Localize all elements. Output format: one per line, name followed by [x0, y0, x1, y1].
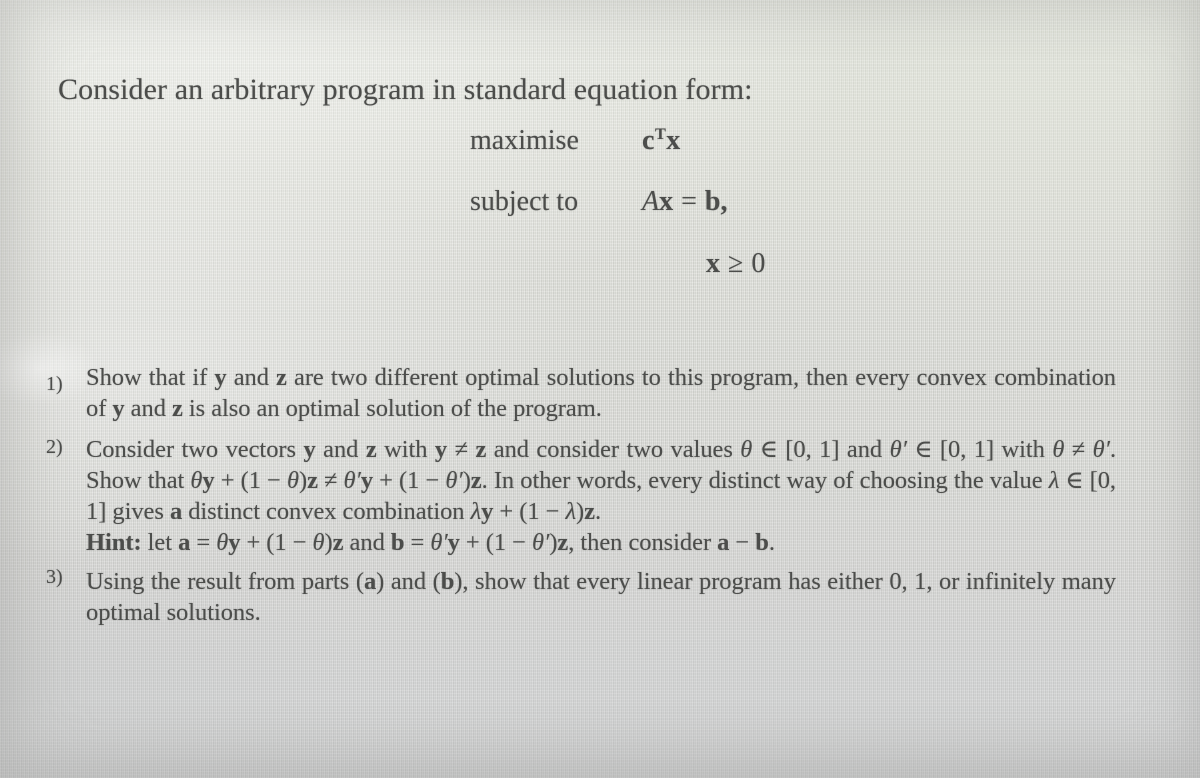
question-number-1: 1): [46, 373, 63, 395]
greek-symbol: λ: [470, 498, 482, 525]
vector-symbol: z: [332, 529, 344, 556]
vector-symbol: y: [112, 395, 125, 422]
constraint-expression: Ax = b,: [642, 188, 727, 216]
nonnegativity-variable-x: x: [706, 248, 720, 279]
program-row-objective: maximise cTx: [470, 126, 765, 188]
constraint-equals-sign: =: [681, 186, 697, 217]
greek-symbol: θ′: [445, 467, 463, 494]
vector-symbol: y: [228, 529, 241, 556]
greek-symbol: θ′: [343, 467, 361, 494]
vector-symbol: y: [214, 364, 227, 391]
vector-symbol: b: [755, 529, 769, 556]
greek-symbol: λ: [1048, 467, 1060, 494]
question-text-1: Show that if y and z are two different o…: [86, 364, 1117, 422]
vector-symbol: a: [363, 568, 377, 595]
constraint-matrix-A: A: [642, 186, 660, 217]
question-2-hint: Hint: let a = θy + (1 − θ)z and b = θ′y …: [86, 529, 775, 556]
vector-symbol: z: [475, 436, 487, 463]
vector-symbol: y: [434, 436, 448, 463]
greek-symbol: θ: [216, 529, 229, 556]
question-list: 1) Show that if y and z are two differen…: [46, 362, 1116, 632]
vector-symbol: a: [717, 529, 730, 556]
greek-symbol: λ: [565, 498, 577, 525]
question-item-2: 2) Consider two vectors y and z with y ≠…: [46, 434, 1116, 558]
vector-symbol: y: [481, 498, 494, 525]
vector-symbol: y: [360, 467, 374, 494]
vector-symbol: y: [447, 529, 460, 556]
objective-cost-vector: c: [642, 125, 655, 157]
hint-label: Hint:: [86, 529, 142, 556]
vector-symbol: y: [202, 467, 215, 494]
question-item-3: 3) Using the result from parts (a) and (…: [46, 566, 1116, 628]
objective-expression: cTx: [642, 126, 680, 155]
vector-symbol: b: [440, 568, 455, 595]
vector-symbol: z: [307, 467, 318, 494]
lead-sentence: Consider an arbitrary program in standar…: [58, 73, 753, 106]
vector-symbol: b: [390, 529, 405, 556]
question-text-3: Using the result from parts (a) and (b),…: [86, 568, 1116, 626]
constraint-keyword: subject to: [470, 186, 579, 217]
objective-keyword: maximise: [470, 125, 579, 157]
vector-symbol: z: [276, 364, 287, 391]
vector-symbol: z: [584, 498, 595, 525]
greek-symbol: θ′: [889, 436, 907, 463]
nonnegativity-relation: ≥: [728, 248, 744, 279]
program-row-nonnegativity: x ≥0: [470, 250, 765, 312]
question-item-1: 1) Show that if y and z are two differen…: [46, 362, 1116, 424]
question-number-3: 3): [46, 566, 63, 588]
greek-symbol: θ: [312, 529, 325, 556]
vector-symbol: a: [178, 529, 191, 556]
vector-symbol: y: [303, 436, 316, 463]
vector-symbol: z: [171, 395, 183, 422]
objective-variable-vector: x: [666, 125, 681, 157]
greek-symbol: θ: [190, 467, 203, 494]
question-text-2: Consider two vectors y and z with y ≠ z …: [86, 436, 1117, 525]
vector-symbol: z: [470, 467, 482, 494]
greek-symbol: θ: [286, 467, 299, 494]
greek-symbol: θ′: [1092, 436, 1110, 463]
question-number-2: 2): [46, 436, 63, 458]
optimisation-program: maximise cTx subject to Ax = b, x ≥0: [470, 126, 765, 312]
greek-symbol: θ′: [430, 529, 448, 556]
nonnegativity-expression: x ≥0: [642, 250, 765, 278]
greek-symbol: θ′: [532, 529, 550, 556]
constraint-variable-x: x: [659, 186, 674, 217]
program-row-constraint: subject to Ax = b,: [470, 188, 765, 250]
vector-symbol: z: [365, 436, 377, 463]
greek-symbol: θ: [1052, 436, 1065, 463]
nonnegativity-bound-zero: 0: [751, 248, 766, 279]
vector-symbol: a: [169, 498, 183, 525]
constraint-rhs-b: b,: [704, 186, 728, 217]
scanned-page: Consider an arbitrary program in standar…: [0, 0, 1200, 778]
greek-symbol: θ: [740, 436, 753, 463]
transpose-superscript: T: [654, 125, 666, 143]
vector-symbol: z: [557, 529, 569, 556]
